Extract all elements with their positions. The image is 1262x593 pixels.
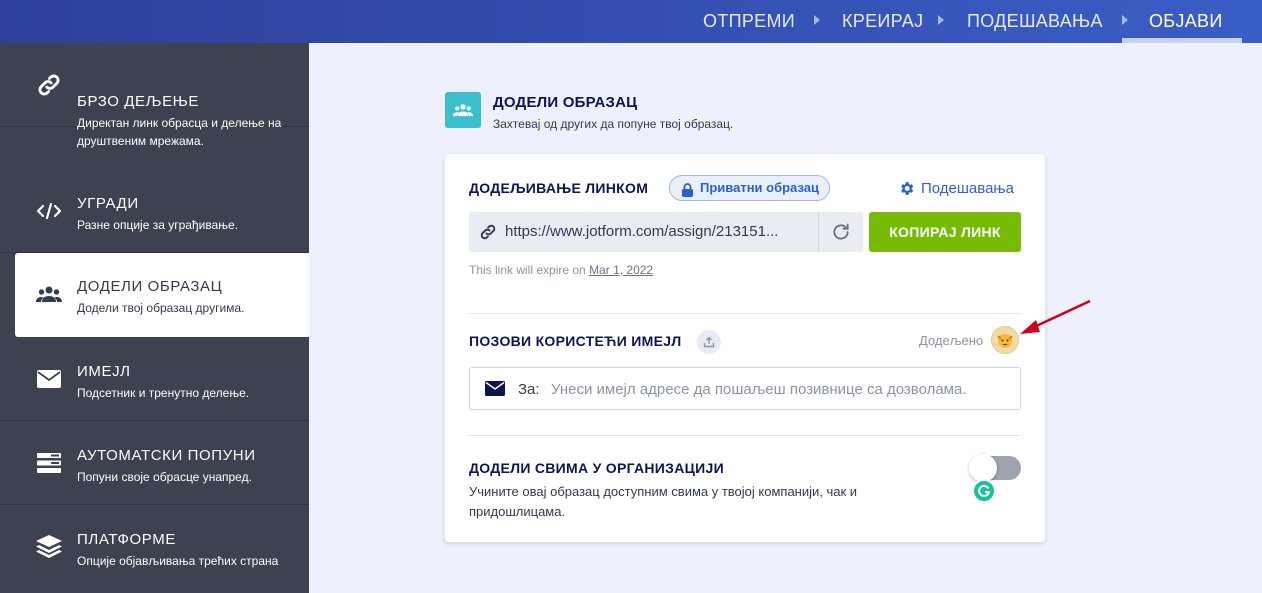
- gear-icon: [898, 180, 915, 201]
- settings-link[interactable]: Подешавања: [898, 180, 1014, 197]
- sidebar-item-desc: Директан линк обрасца и делење на друштв…: [77, 116, 282, 148]
- share-link-url[interactable]: https://www.jotform.com/assign/213151...: [505, 223, 805, 240]
- chevron-right-icon: [814, 15, 820, 25]
- chevron-right-icon: [1122, 15, 1128, 25]
- private-form-badge[interactable]: Приватни образац: [669, 175, 830, 201]
- layers-icon: [34, 532, 64, 562]
- sidebar-item-desc: Попуни своје обрасце унапред.: [77, 470, 252, 484]
- link-icon: [34, 70, 64, 100]
- sidebar-item-title: ДОДЕЛИ ОБРАЗАЦ: [77, 278, 223, 295]
- sidebar-item-desc: Опције објављивања трећих страна: [77, 554, 279, 568]
- refresh-icon[interactable]: [831, 222, 851, 242]
- nav-tab-create[interactable]: КРЕИРАЈ: [842, 0, 923, 43]
- assign-card: ДОДЕЉИВАЊЕ ЛИНКОМ Приватни образац Подеш…: [445, 154, 1045, 542]
- sidebar-item-email[interactable]: ИМЕЈЛ Подсетник и тренутно делење.: [0, 337, 309, 421]
- top-navigation-bar: ОТПРЕМИ КРЕИРАЈ ПОДЕШАВАЊА ОБЈАВИ: [0, 0, 1262, 43]
- assigned-label: Додељено: [919, 333, 984, 348]
- sidebar-item-desc: Додели твој образац другима.: [77, 301, 245, 315]
- link-assign-label: ДОДЕЉИВАЊЕ ЛИНКОМ: [469, 180, 649, 196]
- private-form-label: Приватни образац: [700, 180, 819, 195]
- share-link-field[interactable]: https://www.jotform.com/assign/213151...: [469, 212, 863, 252]
- sidebar-item-title: УГРАДИ: [77, 195, 139, 212]
- envelope-icon: [485, 381, 505, 401]
- settings-link-label: Подешавања: [921, 180, 1014, 197]
- email-input-placeholder: Унеси имејл адресе да пошаљеш позивнице …: [551, 381, 967, 398]
- sidebar-item-assign-form[interactable]: ДОДЕЛИ ОБРАЗАЦ Додели твој образац други…: [15, 253, 309, 337]
- sidebar-item-desc: Подсетник и тренутно делење.: [77, 386, 250, 400]
- sidebar-item-embed[interactable]: УГРАДИ Разне опције за уграђивање.: [0, 169, 309, 253]
- divider: [469, 313, 1021, 314]
- lock-icon: [682, 181, 693, 205]
- sidebar-item-prefill[interactable]: АУТОМАТСКИ ПОПУНИ Попуни своје обрасце у…: [0, 421, 309, 505]
- link-field-divider: [818, 212, 819, 252]
- code-icon: [34, 196, 64, 226]
- toggle-knob: [969, 454, 997, 482]
- sidebar: БРЗО ДЕЉЕЊЕ Директан линк обрасца и деле…: [0, 43, 309, 593]
- invite-email-label: ПОЗОВИ КОРИСТЕЋИ ИМЕЈЛ: [469, 333, 682, 349]
- email-to-label: За:: [518, 381, 540, 398]
- assign-org-label: ДОДЕЛИ СВИМА У ОРГАНИЗАЦИЈИ: [469, 460, 724, 476]
- upload-icon[interactable]: [697, 330, 721, 354]
- page-title: ДОДЕЛИ ОБРАЗАЦ: [493, 94, 638, 111]
- sidebar-item-title: ИМЕЈЛ: [77, 363, 131, 380]
- sidebar-item-platforms[interactable]: ПЛАТФОРМЕ Опције објављивања трећих стра…: [0, 505, 309, 589]
- page-subtitle: Захтевај од других да попуне твој образа…: [493, 117, 734, 131]
- copy-link-button[interactable]: КОПИРАЈ ЛИНК: [869, 212, 1021, 252]
- link-expiry-note: This link will expire on Mar 1, 2022: [469, 263, 653, 277]
- link-icon: [479, 223, 497, 246]
- assign-form-section-icon: [445, 92, 481, 128]
- assign-org-description: Учините овај образац доступним свима у т…: [469, 484, 858, 519]
- nav-tab-settings[interactable]: ПОДЕШАВАЊА: [967, 0, 1103, 43]
- sidebar-item-desc: Разне опције за уграђивање.: [77, 218, 238, 232]
- annotation-arrow-icon: [1020, 299, 1091, 334]
- email-invite-input[interactable]: За: Унеси имејл адресе да пошаљеш позивн…: [469, 367, 1021, 410]
- divider: [469, 435, 1021, 436]
- grammarly-icon[interactable]: [972, 479, 996, 503]
- prefill-icon: [34, 448, 64, 478]
- link-expiry-text: This link will expire on: [469, 263, 586, 277]
- active-tab-indicator: [1122, 38, 1242, 43]
- nav-tab-upload[interactable]: ОТПРЕМИ: [703, 0, 795, 43]
- sidebar-item-title: АУТОМАТСКИ ПОПУНИ: [77, 447, 256, 464]
- sidebar-item-title: БРЗО ДЕЉЕЊЕ: [77, 93, 200, 110]
- envelope-icon: [34, 364, 64, 394]
- sidebar-item-quick-share[interactable]: БРЗО ДЕЉЕЊЕ Директан линк обрасца и деле…: [0, 43, 309, 148]
- nav-tab-publish[interactable]: ОБЈАВИ: [1149, 0, 1223, 43]
- link-expiry-date[interactable]: Mar 1, 2022: [589, 263, 653, 277]
- assign-org-toggle[interactable]: [969, 454, 1021, 482]
- sidebar-item-title: ПЛАТФОРМЕ: [77, 531, 176, 548]
- users-icon: [34, 279, 64, 309]
- chevron-right-icon: [938, 15, 944, 25]
